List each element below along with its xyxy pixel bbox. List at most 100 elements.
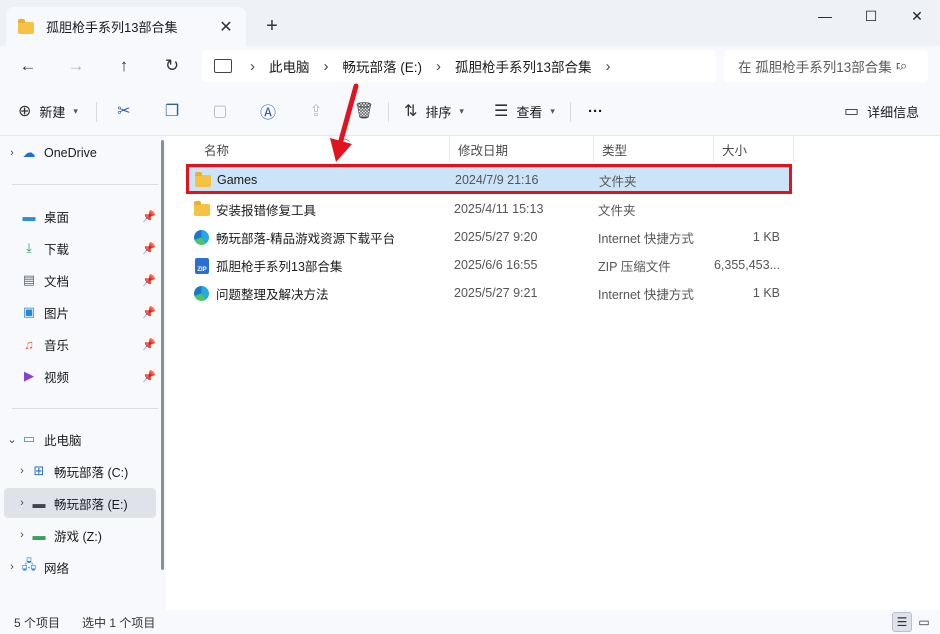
tab-close-button[interactable]: ✕ [212, 13, 240, 41]
file-date: 2025/6/6 16:55 [454, 258, 538, 272]
view-button-label: 查看 [516, 104, 543, 120]
search-box[interactable]: 在 孤胆枪手系列13部合集 中搜索 ⌕ [724, 50, 928, 82]
pin-icon: 📌 [142, 242, 156, 255]
sidebar-divider [12, 184, 158, 185]
table-row[interactable]: ZIP 孤胆枪手系列13部合集 2025/6/6 16:55 ZIP 压缩文件 … [188, 252, 790, 278]
document-icon: ▤ [22, 272, 36, 287]
pin-icon: 📌 [142, 210, 156, 223]
up-button[interactable]: ↑ [108, 50, 140, 82]
chevron-right-icon[interactable]: › [14, 497, 30, 509]
new-button[interactable]: ⊕ 新建 ▾ [18, 99, 78, 123]
chevron-right-icon[interactable]: › [14, 529, 30, 541]
command-bar: ⊕ 新建 ▾ ✂ ❐ ▢ Ⓐ ⇪ 🗑 ⇅ 排序 ▾ ☰ 查看 ▾ ··· ▭ 详… [0, 86, 940, 136]
sidebar-item-drive-z[interactable]: › ▬ 游戏 (Z:) [4, 520, 156, 550]
chevron-right-icon[interactable]: › [14, 465, 30, 477]
web-shortcut-icon [194, 230, 210, 245]
sidebar-item-videos[interactable]: ▶ 视频 📌 [4, 361, 156, 391]
sidebar-item-documents[interactable]: ▤ 文档 📌 [4, 265, 156, 295]
sidebar-item-this-pc[interactable]: ⌄ ▭ 此电脑 [4, 424, 156, 454]
column-header-size[interactable]: 大小 [714, 136, 794, 162]
breadcrumb-current-folder[interactable]: 孤胆枪手系列13部合集 [455, 56, 592, 76]
status-bar: 5 个项目 选中 1 个项目 ☰ ▭ [0, 610, 940, 634]
search-icon: ⌕ [900, 58, 908, 73]
forward-button[interactable]: → [60, 50, 92, 82]
maximize-button[interactable]: ☐ [848, 0, 894, 32]
new-tab-button[interactable]: + [258, 12, 286, 40]
table-row[interactable]: 畅玩部落-精品游戏资源下载平台 2025/5/27 9:20 Internet … [188, 224, 790, 250]
paste-icon[interactable]: ▢ [208, 99, 232, 123]
more-options-button[interactable]: ··· [588, 99, 603, 123]
sidebar-item-downloads[interactable]: ⤓ 下载 📌 [4, 233, 156, 263]
pictures-icon: ▣ [22, 304, 36, 319]
chevron-down-icon: ▾ [459, 105, 464, 116]
tiles-view-icon[interactable]: ▭ [914, 612, 934, 632]
folder-icon [194, 201, 210, 216]
cut-icon[interactable]: ✂ [112, 99, 136, 123]
toolbar-divider [570, 102, 571, 122]
tab-active[interactable]: 孤胆枪手系列13部合集 ✕ [6, 7, 246, 46]
sidebar-item-label: 畅玩部落 (C:) [54, 465, 129, 480]
sidebar-scrollbar[interactable] [161, 140, 164, 570]
close-window-button[interactable]: ✕ [894, 0, 940, 32]
minimize-button[interactable]: — [802, 0, 848, 32]
table-row[interactable]: 问题整理及解决方法 2025/5/27 9:21 Internet 快捷方式 1… [188, 280, 790, 306]
chevron-right-icon[interactable]: › [4, 147, 20, 159]
rename-icon[interactable]: Ⓐ [256, 99, 280, 123]
music-icon: ♫ [24, 336, 34, 352]
column-header-name[interactable]: 名称 ︿ [196, 133, 450, 162]
chevron-down-icon[interactable]: ⌄ [4, 433, 20, 446]
desktop-icon: ▬ [22, 208, 36, 224]
column-header-label: 大小 [722, 143, 748, 158]
file-type: Internet 快捷方式 [598, 231, 694, 246]
sidebar-item-desktop[interactable]: ▬ 桌面 📌 [4, 201, 156, 231]
sidebar-item-drive-c[interactable]: › ⊞ 畅玩部落 (C:) [4, 456, 156, 486]
file-name: 问题整理及解决方法 [216, 287, 329, 302]
file-type: 文件夹 [599, 174, 637, 189]
address-bar[interactable]: › 此电脑 › 畅玩部落 (E:) › 孤胆枪手系列13部合集 › [202, 50, 716, 82]
details-pane-button[interactable]: ▭ 详细信息 [844, 99, 919, 123]
copy-icon[interactable]: ❐ [160, 99, 184, 123]
file-date: 2025/5/27 9:21 [454, 286, 538, 300]
file-date: 2025/4/11 15:13 [454, 202, 544, 216]
computer-icon: ▭ [22, 431, 36, 446]
sidebar-item-drive-e[interactable]: › ▬ 畅玩部落 (E:) [4, 488, 156, 518]
file-date: 2025/5/27 9:20 [454, 230, 538, 244]
new-button-label: 新建 [39, 104, 66, 120]
sidebar-item-onedrive[interactable]: › ☁ OneDrive [4, 138, 156, 168]
tab-title: 孤胆枪手系列13部合集 [46, 20, 178, 35]
breadcrumb-drive-e[interactable]: 畅玩部落 (E:) [343, 56, 423, 76]
file-name: 孤胆枪手系列13部合集 [216, 259, 343, 274]
sort-button-label: 排序 [425, 104, 452, 120]
view-icon: ☰ [494, 103, 509, 120]
item-count: 5 个项目 [14, 615, 61, 630]
refresh-button[interactable]: ↻ [156, 50, 188, 82]
column-header-type[interactable]: 类型 [594, 136, 714, 162]
back-button[interactable]: ← [12, 50, 44, 82]
navigation-pane: › ☁ OneDrive ▬ 桌面 📌 ⤓ 下载 📌 ▤ 文档 📌 ▣ 图片 📌… [0, 136, 166, 610]
sidebar-item-label: 游戏 (Z:) [54, 529, 102, 544]
table-row[interactable]: 安装报错修复工具 2025/4/11 15:13 文件夹 [188, 196, 790, 222]
details-view-icon[interactable]: ☰ [892, 612, 912, 632]
file-date: 2024/7/9 21:16 [455, 173, 539, 187]
sort-icon: ⇅ [404, 103, 418, 120]
download-icon: ⤓ [26, 240, 32, 255]
column-header-date[interactable]: 修改日期 [450, 136, 594, 162]
sidebar-item-label: 文档 [44, 274, 70, 289]
share-icon[interactable]: ⇪ [304, 99, 328, 123]
video-icon: ▶ [24, 368, 34, 383]
chevron-right-icon[interactable]: › [4, 561, 20, 573]
breadcrumb-this-pc[interactable]: 此电脑 [269, 56, 310, 76]
sidebar-item-music[interactable]: ♫ 音乐 📌 [4, 329, 156, 359]
sidebar-item-pictures[interactable]: ▣ 图片 📌 [4, 297, 156, 327]
sidebar-item-network[interactable]: › 🖧 网络 [4, 552, 156, 582]
table-row-games[interactable]: Games 2024/7/9 21:16 文件夹 [188, 167, 790, 193]
sidebar-item-label: 下载 [44, 242, 70, 257]
view-button[interactable]: ☰ 查看 ▾ [494, 99, 555, 123]
zip-icon: ZIP [194, 258, 210, 274]
sidebar-item-label: 畅玩部落 (E:) [54, 497, 128, 512]
sort-button[interactable]: ⇅ 排序 ▾ [404, 99, 464, 123]
search-input[interactable]: 在 孤胆枪手系列13部合集 中搜索 [738, 56, 900, 76]
file-type: Internet 快捷方式 [598, 287, 694, 302]
file-list: 名称 ︿ 修改日期 类型 大小 Games 2024/7/9 21:16 文件夹… [174, 133, 940, 610]
breadcrumb-separator: › [436, 57, 441, 75]
